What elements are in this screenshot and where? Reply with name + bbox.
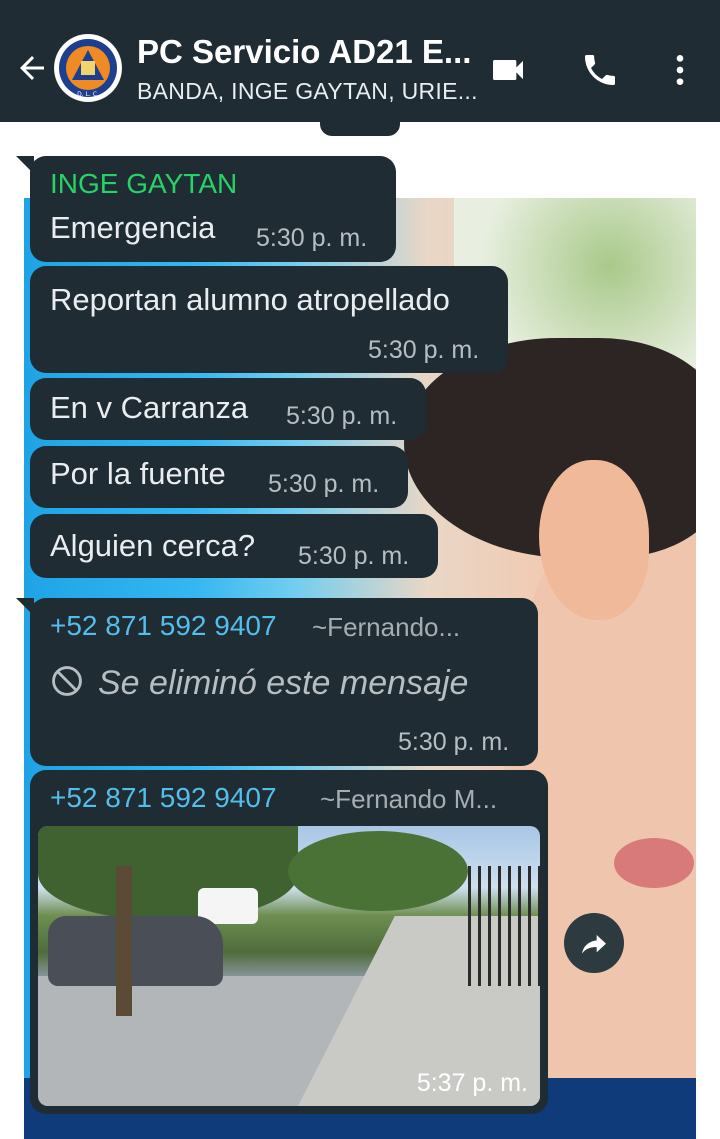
message-sender[interactable]: INGE GAYTAN [50, 168, 237, 200]
message-sender-name: ~Fernando... [312, 612, 461, 642]
deleted-message-text: Se eliminó este mensaje [98, 664, 469, 702]
video-call-icon[interactable] [488, 50, 528, 90]
voice-call-icon[interactable] [580, 50, 620, 90]
message-bubble[interactable]: Por la fuente 5:30 p. m. [30, 446, 408, 508]
group-title[interactable]: PC Servicio AD21 E... [137, 33, 471, 71]
message-sender-name: ~Fernando M... [320, 784, 498, 814]
message-text: En v Carranza [50, 390, 249, 425]
message-bubble[interactable]: Reportan alumno atropellado 5:30 p. m. [30, 266, 508, 373]
avatar-label: D. L. C. [77, 91, 99, 98]
chat-header: D. L. C. PC Servicio AD21 E... BANDA, IN… [0, 0, 720, 122]
message-time: 5:30 p. m. [268, 470, 380, 498]
message-bubble[interactable]: Alguien cerca? 5:30 p. m. [30, 514, 438, 578]
message-text: Reportan alumno atropellado [50, 282, 450, 317]
message-time: 5:30 p. m. [256, 224, 368, 252]
message-photo[interactable]: 5:37 p. m. [38, 826, 540, 1106]
message-sender-phone[interactable]: +52 871 592 9407 [50, 610, 277, 642]
more-options-icon[interactable] [660, 50, 700, 90]
message-time: 5:30 p. m. [368, 336, 480, 364]
previous-message-stub [320, 122, 400, 136]
forward-button[interactable] [564, 913, 624, 973]
deleted-message-bubble[interactable]: +52 871 592 9407 ~Fernando... Se eliminó… [30, 598, 538, 766]
message-time: 5:30 p. m. [398, 728, 510, 756]
blocked-icon [52, 666, 82, 696]
civil-protection-logo-icon: D. L. C. [55, 35, 121, 101]
message-time: 5:30 p. m. [298, 542, 410, 570]
back-arrow-icon[interactable] [14, 50, 50, 86]
group-participants[interactable]: BANDA, INGE GAYTAN, URIE... [137, 78, 478, 105]
message-text: Alguien cerca? [50, 528, 256, 563]
message-time: 5:30 p. m. [286, 402, 398, 430]
group-avatar[interactable]: D. L. C. [54, 34, 122, 102]
message-bubble[interactable]: INGE GAYTAN Emergencia 5:30 p. m. [30, 156, 396, 262]
message-sender-phone[interactable]: +52 871 592 9407 [50, 782, 277, 814]
message-text: Por la fuente [50, 456, 226, 491]
message-text: Emergencia [50, 210, 216, 245]
message-bubble[interactable]: En v Carranza 5:30 p. m. [30, 378, 426, 440]
forward-arrow-icon [582, 935, 606, 954]
photo-time: 5:37 p. m. [416, 1069, 528, 1097]
